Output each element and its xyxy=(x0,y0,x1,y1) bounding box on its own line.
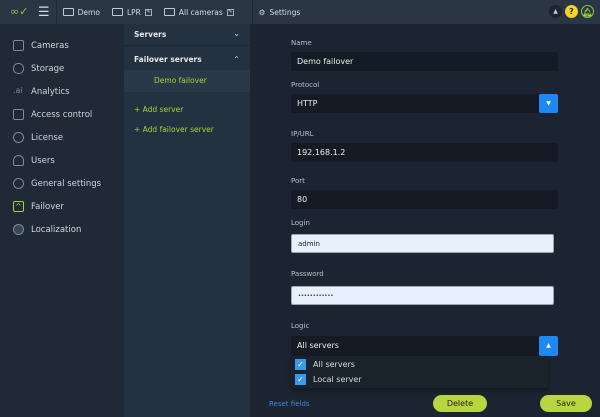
divider xyxy=(251,0,253,24)
label: General settings xyxy=(31,178,102,189)
sidebar-item-users[interactable]: Users xyxy=(13,155,55,166)
add-failover-server-link[interactable]: + Add failover server xyxy=(134,125,214,134)
server-item-demo-failover[interactable]: Demo failover xyxy=(124,70,250,92)
failover-servers-title[interactable]: Failover servers xyxy=(134,55,202,64)
cloud-icon xyxy=(13,132,24,143)
bell-icon[interactable]: 🔔︎ xyxy=(581,5,594,18)
login-input[interactable]: admin xyxy=(291,234,554,253)
sidebar-item-access-control[interactable]: Access control xyxy=(13,109,92,120)
label: License xyxy=(31,132,64,143)
layout-icon xyxy=(163,8,175,16)
logic-dropdown: ✓ All servers ✓ Local server xyxy=(291,356,548,388)
tab-label: LPR xyxy=(126,7,141,17)
label: Cameras xyxy=(31,40,69,51)
logo-icon[interactable]: ∞✓ xyxy=(10,6,30,18)
label: Failover xyxy=(31,201,64,212)
divider xyxy=(55,0,57,24)
user-icon xyxy=(13,155,24,166)
sidebar-item-failover[interactable]: ^ Failover xyxy=(13,201,64,212)
sidebar-item-general-settings[interactable]: General settings xyxy=(13,178,101,189)
logic-label: Logic xyxy=(291,322,310,330)
tab-lpr[interactable]: LPR ✎ xyxy=(111,7,152,17)
gear-icon: ⚙ xyxy=(258,7,266,17)
chevron-up-icon[interactable]: ⌃ xyxy=(233,55,240,64)
sidebar-item-storage[interactable]: Storage xyxy=(13,63,64,74)
server-name: Demo failover xyxy=(154,76,207,85)
servers-panel: Servers ⌄ Failover servers ⌃ Demo failover… xyxy=(124,24,250,417)
settings-button[interactable]: ⚙ Settings xyxy=(259,8,301,17)
database-icon xyxy=(13,63,24,74)
tab-label: All cameras xyxy=(178,7,223,17)
door-icon xyxy=(13,109,24,120)
eject-icon[interactable]: ▲ xyxy=(549,5,562,18)
label: Localization xyxy=(31,224,82,235)
reset-fields-link[interactable]: Reset fields xyxy=(269,400,310,408)
label: Analytics xyxy=(31,86,70,97)
globe-icon xyxy=(13,224,24,235)
option-local-server[interactable]: ✓ Local server xyxy=(295,374,362,385)
port-label: Port xyxy=(291,177,305,185)
save-button[interactable]: Save xyxy=(540,395,592,412)
sidebar-item-analytics[interactable]: .ai Analytics xyxy=(13,86,70,97)
label: Users xyxy=(31,155,55,166)
edit-icon[interactable]: ✎ xyxy=(144,8,152,16)
ip-input[interactable]: 192.168.1.2 xyxy=(291,143,558,162)
camera-chip-icon xyxy=(13,40,24,51)
chevron-up-icon[interactable]: ▲ xyxy=(539,336,558,356)
sidebar-item-localization[interactable]: Localization xyxy=(13,224,81,235)
ip-label: IP/URL xyxy=(291,130,314,138)
delete-button[interactable]: Delete xyxy=(433,395,487,412)
layout-icon xyxy=(111,8,123,16)
tab-label: Demo xyxy=(77,7,100,17)
servers-title: Servers xyxy=(134,30,167,39)
name-label: Name xyxy=(291,39,312,47)
gear-icon xyxy=(13,178,24,189)
name-input[interactable]: Demo failover xyxy=(291,52,558,71)
checkbox-checked-icon[interactable]: ✓ xyxy=(295,359,306,370)
analytics-icon: .ai xyxy=(13,86,23,95)
top-bar: ∞✓ ☰ Demo LPR ✎ All cameras ✎ ⚙ Settings ▲ … xyxy=(0,0,600,24)
help-icon[interactable]: ? xyxy=(565,5,578,18)
checkbox-checked-icon[interactable]: ✓ xyxy=(295,374,306,385)
sidebar: Cameras Storage .ai Analytics Access cont… xyxy=(0,24,124,417)
logic-select[interactable]: All servers ▲ xyxy=(291,336,558,356)
protocol-value: HTTP xyxy=(297,99,318,108)
protocol-label: Protocol xyxy=(291,81,320,89)
settings-label: Settings xyxy=(269,7,301,17)
server-form: Name Demo failover Protocol HTTP ▼ IP/URL… xyxy=(250,24,600,417)
add-server-link[interactable]: + Add server xyxy=(134,105,183,114)
chevron-down-icon: ⌄ xyxy=(233,29,240,38)
layout-icon xyxy=(62,8,74,16)
tab-all-cameras[interactable]: All cameras ✎ xyxy=(163,7,234,17)
label: Storage xyxy=(31,63,65,74)
edit-icon[interactable]: ✎ xyxy=(226,8,234,16)
sidebar-item-cameras[interactable]: Cameras xyxy=(13,40,69,51)
option-label: All servers xyxy=(313,360,355,369)
option-label: Local server xyxy=(313,375,362,384)
password-label: Password xyxy=(291,270,324,278)
menu-icon[interactable]: ☰ xyxy=(38,5,50,20)
sidebar-item-license[interactable]: License xyxy=(13,132,63,143)
port-input[interactable]: 80 xyxy=(291,190,558,209)
password-input[interactable]: •••••••••••• xyxy=(291,286,554,305)
label: Access control xyxy=(31,109,93,120)
failover-icon: ^ xyxy=(13,201,24,212)
option-all-servers[interactable]: ✓ All servers xyxy=(295,359,355,370)
tab-demo[interactable]: Demo xyxy=(62,7,100,17)
servers-header[interactable]: Servers ⌄ xyxy=(124,24,250,46)
login-label: Login xyxy=(291,219,310,227)
logic-value: All servers xyxy=(297,341,339,350)
protocol-select[interactable]: HTTP ▼ xyxy=(291,94,558,113)
chevron-down-icon[interactable]: ▼ xyxy=(539,94,558,113)
